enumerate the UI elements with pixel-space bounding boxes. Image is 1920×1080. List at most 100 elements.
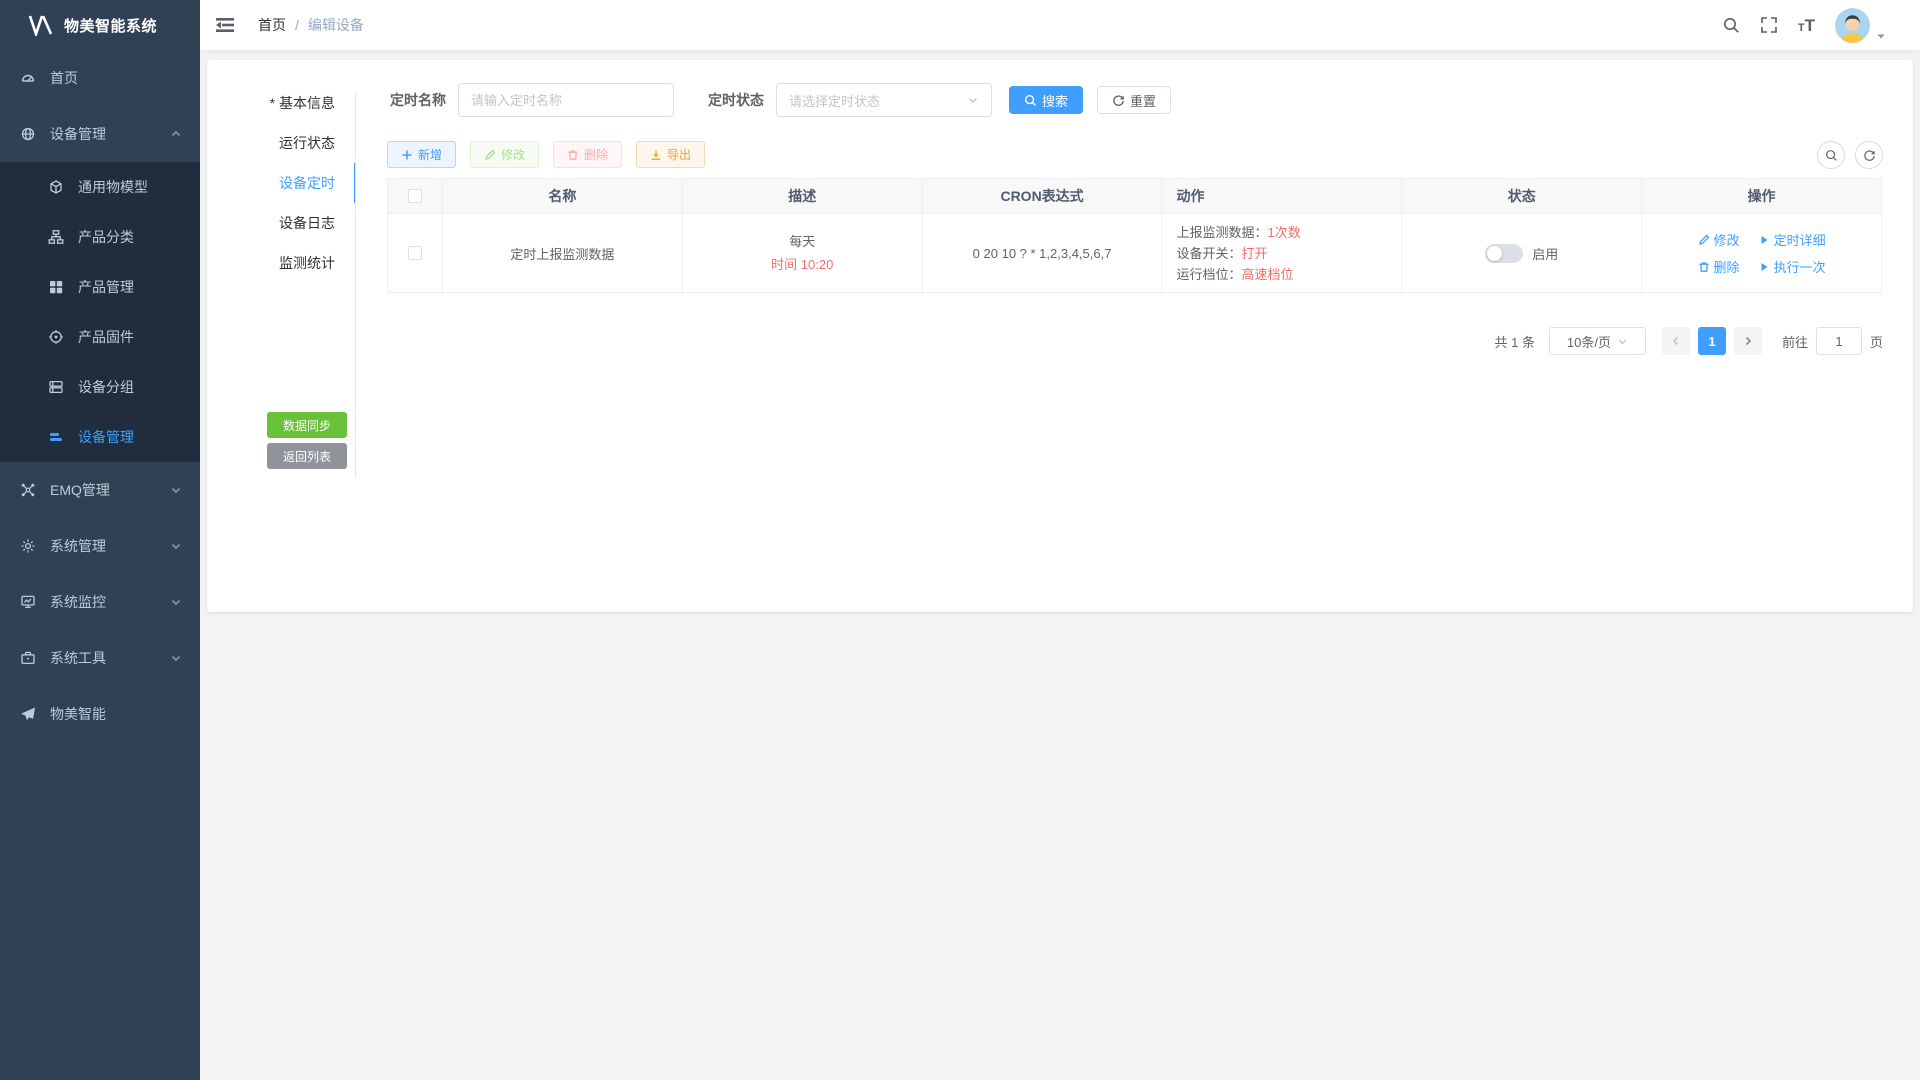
pencil-icon bbox=[1698, 234, 1710, 246]
row-checkbox[interactable] bbox=[408, 246, 422, 260]
prev-page-button[interactable] bbox=[1662, 327, 1690, 355]
cell-desc: 每天 时间 10:20 bbox=[682, 214, 922, 293]
search-icon bbox=[1024, 94, 1037, 107]
reset-button[interactable]: 重置 bbox=[1097, 86, 1171, 114]
status-toggle[interactable] bbox=[1485, 244, 1523, 263]
table-header-row: 名称 描述 CRON表达式 动作 状态 操作 bbox=[388, 179, 1882, 214]
sidebar-item-label: 首页 bbox=[50, 68, 78, 88]
sidebar-item-device-list-active[interactable]: 设备管理 bbox=[0, 412, 200, 462]
user-menu[interactable] bbox=[1835, 8, 1886, 43]
tabs-divider bbox=[355, 92, 356, 478]
tab-basic-info[interactable]: * 基本信息 bbox=[207, 83, 355, 123]
sidebar-item-label: 物美智能 bbox=[50, 704, 106, 724]
header-status: 状态 bbox=[1402, 179, 1642, 214]
next-page-button[interactable] bbox=[1734, 327, 1762, 355]
header-desc: 描述 bbox=[682, 179, 922, 214]
sidebar-item-system-tools[interactable]: 系统工具 bbox=[0, 630, 200, 686]
sidebar-item-product-management[interactable]: 产品管理 bbox=[0, 262, 200, 312]
row-run-once-link[interactable]: 执行一次 bbox=[1758, 257, 1826, 276]
search-button[interactable]: 搜索 bbox=[1009, 86, 1083, 114]
pagination-total: 共 1 条 bbox=[1495, 332, 1535, 351]
export-button[interactable]: 导出 bbox=[636, 141, 705, 168]
edit-device-card: * 基本信息 运行状态 设备定时 设备日志 监测统计 数据同步 返回列表 定时名… bbox=[207, 60, 1913, 612]
breadcrumb-home[interactable]: 首页 bbox=[258, 15, 286, 35]
chevron-down-icon bbox=[170, 652, 182, 664]
avatar[interactable] bbox=[1835, 8, 1870, 43]
row-edit-link[interactable]: 修改 bbox=[1698, 230, 1740, 249]
desc-time: 时间 10:20 bbox=[683, 255, 922, 275]
trash-icon bbox=[567, 149, 579, 161]
paper-plane-icon bbox=[20, 706, 36, 722]
briefcase-icon bbox=[20, 650, 36, 666]
tab-monitor-stats[interactable]: 监测统计 bbox=[207, 243, 355, 283]
goto-page-input[interactable] bbox=[1816, 327, 1862, 355]
cell-cron: 0 20 10 ? * 1,2,3,4,5,6,7 bbox=[922, 214, 1162, 293]
row-delete-link[interactable]: 删除 bbox=[1698, 257, 1740, 276]
sidebar-item-home[interactable]: 首页 bbox=[0, 50, 200, 106]
refresh-icon bbox=[1863, 149, 1876, 162]
sidebar-item-thing-model[interactable]: 通用物模型 bbox=[0, 162, 200, 212]
pagination: 共 1 条 10条/页 1 前往 页 bbox=[1495, 327, 1884, 355]
sidebar-item-device-group[interactable]: 设备分组 bbox=[0, 362, 200, 412]
header-action: 动作 bbox=[1162, 179, 1402, 214]
required-mark: * bbox=[270, 95, 275, 111]
sidebar-item-product-category[interactable]: 产品分类 bbox=[0, 212, 200, 262]
cell-action: 上报监测数据：1次数 设备开关：打开 运行档位：高速档位 bbox=[1162, 214, 1402, 293]
edit-button[interactable]: 修改 bbox=[470, 141, 539, 168]
sidebar-item-wumei[interactable]: 物美智能 bbox=[0, 686, 200, 742]
tree-icon bbox=[48, 229, 64, 245]
status-label: 启用 bbox=[1532, 244, 1558, 263]
sidebar-item-label: EMQ管理 bbox=[50, 480, 110, 500]
filter-form: 定时名称 定时状态 请选择定时状态 搜索 重置 bbox=[375, 83, 1171, 117]
table-row: 定时上报监测数据 每天 时间 10:20 0 20 10 ? * 1,2,3,4… bbox=[388, 214, 1882, 293]
timer-status-select[interactable]: 请选择定时状态 bbox=[776, 83, 992, 117]
breadcrumb: 首页 / 编辑设备 bbox=[258, 15, 364, 35]
sidebar-item-device-management[interactable]: 设备管理 bbox=[0, 106, 200, 162]
sidebar-item-product-firmware[interactable]: 产品固件 bbox=[0, 312, 200, 362]
refresh-button[interactable] bbox=[1855, 141, 1883, 169]
sidebar-item-label: 产品固件 bbox=[78, 327, 134, 347]
timer-name-input[interactable] bbox=[458, 83, 674, 117]
back-to-list-button[interactable]: 返回列表 bbox=[267, 443, 347, 469]
toggle-search-button[interactable] bbox=[1817, 141, 1845, 169]
cell-status: 启用 bbox=[1402, 214, 1642, 293]
chevron-down-icon bbox=[170, 540, 182, 552]
fullscreen-icon[interactable] bbox=[1760, 16, 1778, 34]
add-button[interactable]: 新增 bbox=[387, 141, 456, 168]
desc-frequency: 每天 bbox=[683, 232, 922, 252]
gear-icon bbox=[20, 538, 36, 554]
sidebar-item-emq[interactable]: EMQ管理 bbox=[0, 462, 200, 518]
sidebar-item-system-monitor[interactable]: 系统监控 bbox=[0, 574, 200, 630]
tab-label: 运行状态 bbox=[279, 135, 335, 151]
caret-right-icon bbox=[1758, 261, 1770, 273]
sidebar-toggle-button[interactable] bbox=[200, 0, 250, 50]
plus-icon bbox=[401, 149, 413, 161]
action-line: 运行档位：高速档位 bbox=[1176, 264, 1401, 285]
cell-name: 定时上报监测数据 bbox=[443, 214, 683, 293]
navbar-actions: TT bbox=[1722, 8, 1920, 43]
page-number-button[interactable]: 1 bbox=[1698, 327, 1726, 355]
tab-device-timer[interactable]: 设备定时 bbox=[207, 163, 355, 203]
search-icon[interactable] bbox=[1722, 16, 1740, 34]
tab-label: 监测统计 bbox=[279, 255, 335, 271]
sidebar-item-label: 系统管理 bbox=[50, 536, 106, 556]
app-logo[interactable]: 物美智能系统 bbox=[0, 0, 200, 50]
delete-button[interactable]: 删除 bbox=[553, 141, 622, 168]
font-size-icon[interactable]: TT bbox=[1798, 17, 1815, 34]
toggle-knob bbox=[1487, 246, 1502, 261]
data-sync-button[interactable]: 数据同步 bbox=[267, 412, 347, 438]
sidebar-item-label: 产品分类 bbox=[78, 227, 134, 247]
grid-icon bbox=[48, 279, 64, 295]
chevron-up-icon bbox=[170, 128, 182, 140]
timer-name-label: 定时名称 bbox=[390, 90, 446, 110]
tab-label: 基本信息 bbox=[279, 95, 335, 111]
sidebar-item-label: 设备管理 bbox=[78, 427, 134, 447]
page-size-select[interactable]: 10条/页 bbox=[1549, 327, 1646, 355]
tab-device-log[interactable]: 设备日志 bbox=[207, 203, 355, 243]
action-line: 上报监测数据：1次数 bbox=[1176, 222, 1401, 243]
sidebar-item-system-management[interactable]: 系统管理 bbox=[0, 518, 200, 574]
select-all-checkbox[interactable] bbox=[408, 189, 422, 203]
breadcrumb-separator: / bbox=[295, 17, 299, 33]
row-timer-detail-link[interactable]: 定时详细 bbox=[1758, 230, 1826, 249]
tab-running-status[interactable]: 运行状态 bbox=[207, 123, 355, 163]
